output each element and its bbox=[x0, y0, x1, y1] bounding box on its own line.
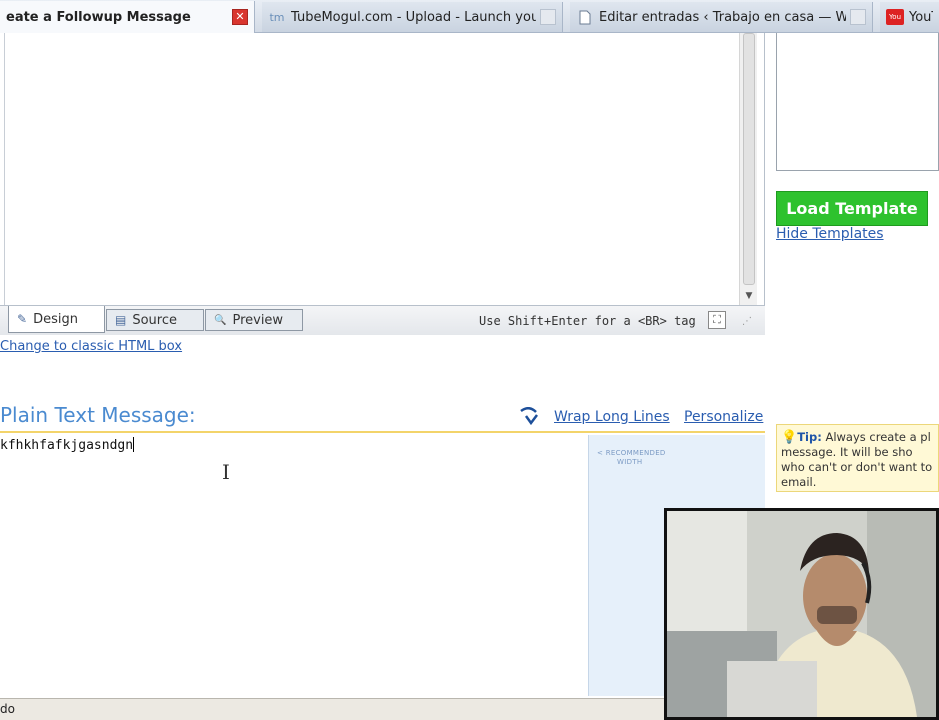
tip-box: 💡Tip: Always create a pl message. It wil… bbox=[776, 424, 939, 492]
tab-close-icon[interactable] bbox=[850, 9, 866, 25]
tip-label: Tip: bbox=[797, 430, 822, 444]
resize-grip-icon[interactable]: ⋰ bbox=[742, 316, 756, 330]
text-caret bbox=[133, 437, 135, 452]
tab-label: eate a Followup Message bbox=[6, 9, 191, 25]
tab-close-icon[interactable]: ✕ bbox=[232, 9, 248, 25]
tab-preview[interactable]: 🔍 Preview bbox=[205, 309, 303, 331]
shift-enter-hint: Use Shift+Enter for a <BR> tag bbox=[479, 314, 696, 328]
preview-icon: 🔍 bbox=[214, 314, 227, 326]
webcam-video-overlay bbox=[664, 508, 939, 720]
wrap-lines-icon[interactable] bbox=[519, 407, 539, 429]
youtube-favicon-icon: You bbox=[886, 9, 904, 25]
tab-youtube[interactable]: You YouT bbox=[880, 2, 939, 32]
pencil-icon: ✎ bbox=[17, 312, 28, 326]
document-icon bbox=[576, 9, 594, 25]
tab-design-label: Design bbox=[33, 311, 78, 327]
change-to-classic-html-link[interactable]: Change to classic HTML box bbox=[0, 339, 182, 354]
tab-label: YouT bbox=[909, 9, 933, 25]
tab-tubemogul[interactable]: tm TubeMogul.com - Upload - Launch your.… bbox=[262, 2, 563, 32]
scroll-down-icon[interactable]: ▼ bbox=[740, 287, 758, 305]
editor-vertical-scrollbar[interactable]: ▼ bbox=[739, 33, 757, 305]
tab-editar-entradas[interactable]: Editar entradas ‹ Trabajo en casa — W... bbox=[570, 2, 873, 32]
plain-text-textarea[interactable]: kfhkhfafkjgasndgn I < RECOMMENDED WIDTH bbox=[0, 431, 765, 696]
status-text: do bbox=[0, 702, 15, 716]
tab-source[interactable]: ▤ Source bbox=[106, 309, 204, 331]
tab-close-icon[interactable] bbox=[540, 9, 556, 25]
tab-label: Editar entradas ‹ Trabajo en casa — W... bbox=[599, 9, 846, 25]
mouse-ibeam-cursor-icon: I bbox=[222, 460, 230, 484]
wrap-long-lines-link[interactable]: Wrap Long Lines bbox=[554, 409, 670, 425]
hide-templates-link[interactable]: Hide Templates bbox=[776, 226, 884, 242]
load-template-button[interactable]: Load Template bbox=[776, 191, 928, 226]
plain-text-content[interactable]: kfhkhfafkjgasndgn bbox=[0, 437, 135, 453]
webcam-person-image bbox=[667, 511, 936, 717]
recommended-width-label: < RECOMMENDED WIDTH bbox=[597, 449, 666, 466]
browser-tab-bar: eate a Followup Message ✕ tm TubeMogul.c… bbox=[0, 0, 939, 33]
template-list-box[interactable] bbox=[776, 33, 939, 171]
tab-followup-message[interactable]: eate a Followup Message ✕ bbox=[0, 1, 255, 33]
lightbulb-icon: 💡 bbox=[781, 430, 798, 445]
html-editor-content[interactable] bbox=[4, 33, 739, 305]
source-icon: ▤ bbox=[115, 313, 127, 327]
tab-design[interactable]: ✎ Design bbox=[8, 306, 105, 333]
scrollbar-thumb[interactable] bbox=[743, 33, 755, 285]
tab-label: TubeMogul.com - Upload - Launch your... bbox=[291, 9, 536, 25]
html-editor: ▼ ✎ Design ▤ Source 🔍 Preview Use Shift+… bbox=[0, 33, 765, 335]
personalize-link[interactable]: Personalize bbox=[684, 409, 763, 425]
plain-text-title: Plain Text Message: bbox=[0, 403, 196, 427]
tab-preview-label: Preview bbox=[232, 312, 284, 328]
tab-source-label: Source bbox=[132, 312, 177, 328]
editor-mode-toolbar: ✎ Design ▤ Source 🔍 Preview Use Shift+En… bbox=[0, 305, 765, 335]
tubemogul-favicon-icon: tm bbox=[269, 10, 285, 24]
fullscreen-icon[interactable]: ⛶ bbox=[708, 311, 726, 329]
